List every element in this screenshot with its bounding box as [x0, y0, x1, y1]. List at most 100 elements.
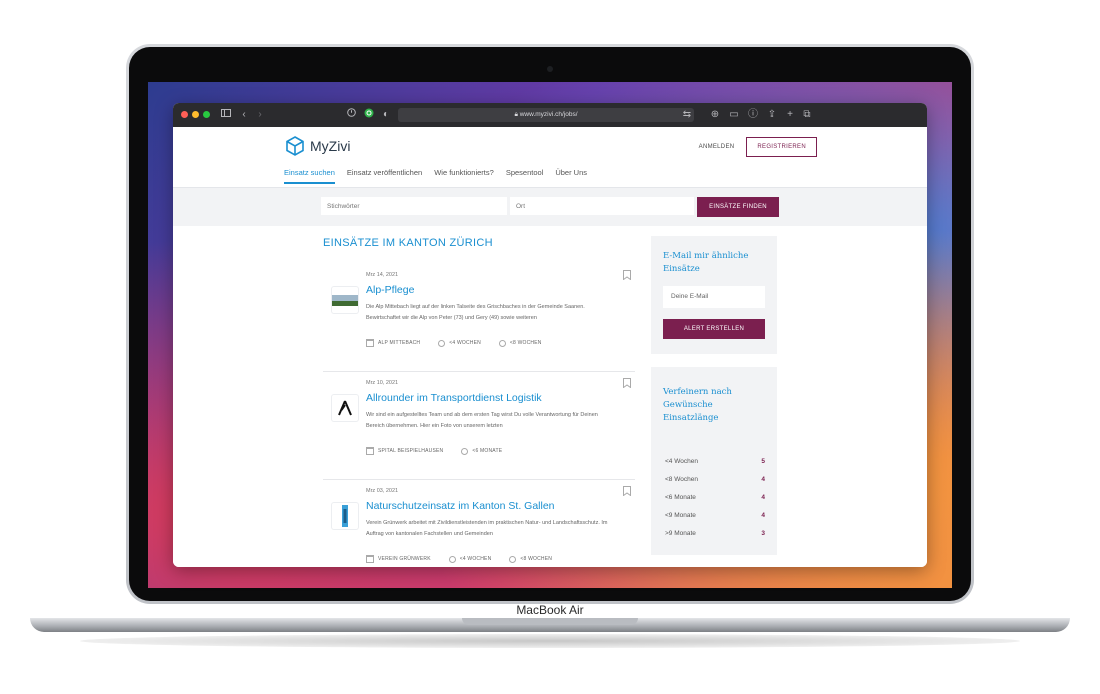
building-icon	[366, 339, 374, 347]
location-input[interactable]	[510, 197, 694, 215]
reader-icon[interactable]: ▭	[727, 108, 741, 122]
alert-title-line: Einsätze	[663, 264, 700, 274]
organization-meta: ALP MITTEBACH	[366, 339, 420, 347]
email-input[interactable]: Deine E-Mail	[663, 286, 765, 308]
clock-icon	[461, 447, 469, 455]
filter-count: 4	[761, 494, 765, 501]
minimize-window-button[interactable]	[192, 111, 199, 118]
min-duration: <4 WOCHEN	[459, 556, 492, 562]
organization-logo	[332, 287, 358, 313]
max-duration-meta: <8 WOCHEN	[498, 339, 542, 347]
main-nav: Einsatz suchen Einsatz veröffentlichen W…	[284, 168, 587, 184]
job-card[interactable]: Mrz 10, 2021 Allrounder im Transportdien…	[323, 371, 635, 480]
job-meta: VEREIN GRÜNWERK <4 WOCHEN <8 WOCHEN	[366, 555, 552, 563]
duration-filter[interactable]: <9 Monate 4	[665, 512, 765, 519]
logo-text: MyZivi	[310, 138, 351, 154]
job-card[interactable]: Mrz 03, 2021 Naturschutzeinsatz im Kanto…	[323, 479, 635, 567]
page-title: EINSÄTZE IM KANTON ZÜRICH	[323, 237, 493, 249]
site-logo[interactable]: MyZivi	[286, 135, 350, 157]
bookmark-icon[interactable]	[623, 378, 631, 388]
job-card[interactable]: Mrz 14, 2021 Alp-Pflege Die Alp Mittebac…	[323, 263, 635, 372]
login-link[interactable]: ANMELDEN	[699, 144, 735, 150]
duration-filter[interactable]: <8 Wochen 4	[665, 476, 765, 483]
job-title[interactable]: Naturschutzeinsatz im Kanton St. Gallen	[366, 500, 555, 512]
info-icon[interactable]: ⓘ	[746, 108, 760, 122]
share-icon[interactable]: ⇪	[765, 108, 779, 122]
register-button[interactable]: REGISTRIEREN	[746, 137, 817, 157]
building-icon	[366, 555, 374, 563]
job-title[interactable]: Allrounder im Transportdienst Logistik	[366, 392, 542, 404]
camera-dot	[547, 66, 553, 72]
email-alert-card: E-Mail mir ähnliche Einsätze Deine E-Mai…	[651, 236, 777, 354]
filter-label: <8 Wochen	[665, 476, 698, 483]
tabs-icon[interactable]: ⧉	[800, 108, 814, 122]
duration-filter[interactable]: <4 Wochen 5	[665, 458, 765, 465]
keywords-input[interactable]	[321, 197, 507, 215]
tab-ueber-uns[interactable]: Über Uns	[555, 168, 587, 184]
duration-filter[interactable]: <6 Monate 4	[665, 494, 765, 501]
clock-icon	[509, 555, 517, 563]
bookmark-icon[interactable]	[623, 270, 631, 280]
organization-name: SPITAL BEISPIELHAUSEN	[378, 448, 444, 454]
create-alert-button[interactable]: ALERT ERSTELLEN	[663, 319, 765, 339]
job-meta: SPITAL BEISPIELHAUSEN <6 MONATE	[366, 447, 502, 455]
website: MyZivi ANMELDEN REGISTRIEREN Einsatz suc…	[173, 127, 927, 567]
shield-icon[interactable]	[344, 108, 358, 122]
tab-wie-funktionierts[interactable]: Wie funktionierts?	[434, 168, 494, 184]
filter-label: <9 Monate	[665, 512, 696, 519]
address-bar[interactable]: 🔒︎ www.myzivi.ch/jobs/	[398, 108, 694, 122]
filter-label: >9 Monate	[665, 530, 696, 537]
job-title[interactable]: Alp-Pflege	[366, 284, 414, 296]
min-duration-meta: <4 WOCHEN	[438, 339, 481, 347]
clock-icon	[448, 555, 456, 563]
close-window-button[interactable]	[181, 111, 188, 118]
filter-label: <4 Wochen	[665, 458, 698, 465]
filter-count: 4	[761, 476, 765, 483]
building-icon	[366, 447, 374, 455]
cube-icon	[286, 136, 304, 156]
job-date: Mrz 14, 2021	[366, 272, 399, 278]
clock-icon	[498, 339, 506, 347]
job-description: Die Alp Mittebach liegt auf der linken T…	[366, 304, 585, 321]
organization-meta: VEREIN GRÜNWERK	[366, 555, 431, 563]
refine-title: Verfeinern nach Gewünsche Einsatzlänge	[663, 386, 732, 425]
filter-count: 5	[761, 458, 765, 465]
browser-toolbar: ‹ › ◐ 🔒︎ www.myzivi.ch/jobs/ ⇆ ⊕ ▭ ⓘ ⇪ +…	[173, 103, 927, 127]
bookmark-icon[interactable]	[623, 486, 631, 496]
forward-icon[interactable]: ›	[253, 108, 267, 122]
back-icon[interactable]: ‹	[237, 108, 251, 122]
download-icon[interactable]: ⊕	[708, 108, 722, 122]
max-duration: <8 WOCHEN	[520, 556, 553, 562]
job-date: Mrz 10, 2021	[366, 380, 399, 386]
min-duration-meta: <6 MONATE	[461, 447, 502, 455]
url-text: www.myzivi.ch/jobs/	[519, 111, 578, 118]
duration-filter[interactable]: >9 Monate 3	[665, 530, 765, 537]
filter-count: 3	[761, 530, 765, 537]
tab-einsatz-suchen[interactable]: Einsatz suchen	[284, 168, 335, 184]
tab-spesentool[interactable]: Spesentool	[506, 168, 544, 184]
max-duration-meta: <8 WOCHEN	[509, 555, 552, 563]
job-description: Wir sind ein aufgestelltes Team und ab d…	[366, 412, 598, 429]
device-shadow	[80, 634, 1020, 648]
account-nav: ANMELDEN REGISTRIEREN	[699, 137, 817, 157]
organization-logo	[332, 503, 358, 529]
find-jobs-button[interactable]: EINSÄTZE FINDEN	[697, 197, 779, 217]
laptop-notch	[462, 618, 638, 625]
organization-logo	[332, 395, 358, 421]
privacy-icon[interactable]: ◐	[379, 108, 393, 122]
search-bar: EINSÄTZE FINDEN	[173, 188, 927, 226]
new-tab-icon[interactable]: +	[783, 108, 797, 122]
tab-einsatz-veroeffentlichen[interactable]: Einsatz veröffentlichen	[347, 168, 422, 184]
refine-title-line: Einsatzlänge	[663, 413, 719, 423]
refine-title-line: Gewünsche	[663, 400, 713, 410]
translate-icon[interactable]: ⇆	[680, 108, 694, 122]
organization-name: ALP MITTEBACH	[378, 340, 421, 346]
browser-window: ‹ › ◐ 🔒︎ www.myzivi.ch/jobs/ ⇆ ⊕ ▭ ⓘ ⇪ +…	[173, 103, 927, 567]
sidebar-icon[interactable]	[219, 108, 233, 122]
extension-icon[interactable]	[362, 108, 376, 122]
zoom-window-button[interactable]	[203, 111, 210, 118]
refine-duration-card: Verfeinern nach Gewünsche Einsatzlänge <…	[651, 367, 777, 555]
job-meta: ALP MITTEBACH <4 WOCHEN <8 WOCHEN	[366, 339, 542, 347]
job-description: Verein Grünwerk arbeitet mit Zivildienst…	[366, 520, 608, 537]
alert-title-line: E-Mail mir ähnliche	[663, 251, 749, 261]
